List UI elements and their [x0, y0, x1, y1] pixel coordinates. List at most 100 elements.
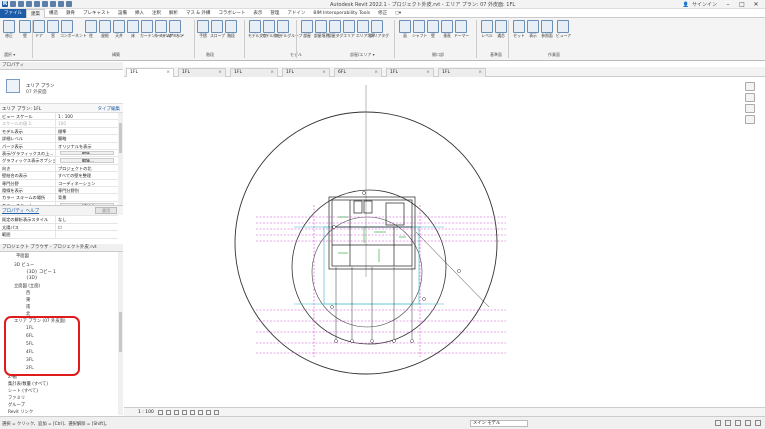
show-crop-icon[interactable] [198, 410, 203, 415]
property-edit-button[interactable]: 編集... [60, 150, 114, 156]
close-tab-icon[interactable]: × [322, 69, 326, 77]
tab-steel[interactable]: 鉄骨 [62, 9, 79, 18]
filter-icon[interactable] [755, 420, 761, 426]
close-tab-icon[interactable]: × [374, 69, 378, 77]
view-tab[interactable]: 1FL × [178, 68, 226, 77]
ribbon-button[interactable]: コンポーネント [60, 20, 87, 39]
signin-link[interactable]: サインイン [692, 1, 717, 8]
ribbon-button[interactable]: ドア [32, 20, 46, 39]
worksets-icon[interactable] [715, 420, 721, 426]
ribbon-button[interactable]: セット [512, 20, 526, 39]
ribbon-button[interactable]: レベル [480, 20, 494, 39]
view-tab[interactable]: 6FL × [334, 68, 382, 77]
close-button[interactable]: ✕ [749, 0, 763, 9]
visual-style-icon[interactable] [166, 410, 171, 415]
measure-icon[interactable] [50, 1, 56, 7]
browser-node[interactable]: ファミリ [8, 395, 25, 401]
design-options-icon[interactable] [725, 420, 731, 426]
property-value[interactable]: すべての壁を整理 [56, 172, 118, 178]
tab-annotate[interactable]: 注釈 [148, 9, 165, 18]
shadows-icon[interactable] [182, 410, 187, 415]
tab-analyze[interactable]: 解析 [165, 9, 182, 18]
ribbon-button[interactable]: スロープ [210, 20, 225, 39]
browser-node[interactable]: 西 [26, 290, 30, 296]
tab-view[interactable]: 表示 [249, 9, 266, 18]
pan-icon[interactable] [745, 115, 755, 124]
revit-app-icon[interactable]: R [2, 1, 8, 7]
property-value[interactable]: 標準 [56, 128, 118, 134]
tab-precast[interactable]: プレキャスト [79, 9, 114, 18]
ribbon-button[interactable]: 手摺 [196, 20, 210, 39]
ribbon-button[interactable]: 天井 [112, 20, 126, 39]
tab-structure[interactable]: 構造 [45, 9, 62, 18]
property-value[interactable]: コーディネーション [56, 180, 118, 186]
type-selector[interactable]: エリア プラン 07 外皮面 [0, 70, 123, 104]
ribbon-button[interactable]: シャフト [412, 20, 427, 39]
property-value[interactable]: 背景 [56, 194, 118, 200]
select-links-icon[interactable] [735, 420, 741, 426]
undo-icon[interactable] [26, 1, 32, 7]
property-value[interactable] [56, 231, 118, 237]
ribbon-button[interactable]: 壁 [18, 20, 32, 39]
crop-view-icon[interactable] [190, 410, 195, 415]
browser-node[interactable]: グループ [8, 402, 25, 408]
property-value[interactable]: プロジェクトの北 [56, 165, 118, 171]
ribbon-button[interactable]: カーテンシステム [140, 20, 170, 39]
tab-bim-interop[interactable]: BIM Interoperability Tools [309, 9, 374, 18]
ribbon-button[interactable]: ドーマー [454, 20, 469, 39]
instance-filter-dropdown[interactable]: エリア プラン: 1FL [2, 106, 41, 112]
tab-file[interactable]: ファイル [0, 8, 26, 18]
tab-overflow[interactable]: ◻▾ [391, 9, 405, 18]
property-edit-button[interactable]: 編集... [60, 158, 114, 163]
view-tab[interactable]: 1FL × [126, 68, 174, 77]
active-model-dropdown[interactable]: メイン モデル [470, 420, 528, 427]
ribbon-button[interactable]: マリオン [168, 20, 183, 39]
ribbon-button[interactable]: 部屋 [300, 20, 314, 39]
browser-node[interactable]: 南 [26, 304, 30, 310]
ribbon-button[interactable]: 壁 [426, 20, 440, 39]
ribbon-button[interactable]: 垂直 [440, 20, 454, 39]
text-icon[interactable] [58, 1, 64, 7]
browser-scrollbar[interactable] [118, 252, 123, 415]
ribbon-button[interactable]: モデル文字 [248, 20, 267, 39]
view-tab[interactable]: 1FL × [386, 68, 434, 77]
property-value[interactable]: ☐ [56, 224, 118, 230]
minimize-button[interactable]: – [721, 0, 735, 9]
temporary-hide-icon[interactable] [206, 410, 211, 415]
browser-node[interactable]: 集計表/数量 (すべて) [8, 381, 48, 387]
property-value[interactable]: 100 [56, 120, 118, 126]
steering-wheel-icon[interactable] [745, 82, 755, 91]
zoom-icon[interactable] [745, 93, 755, 102]
ribbon-button[interactable]: 屋根 [98, 20, 112, 39]
ribbon-button[interactable]: 床 [126, 20, 140, 39]
browser-node[interactable]: 東 [26, 297, 30, 303]
browser-node[interactable]: Revit リンク [8, 409, 33, 415]
ribbon-button[interactable]: 参照面 [540, 20, 554, 39]
close-tab-icon[interactable]: × [166, 69, 170, 77]
tab-modify[interactable]: 修正 [374, 9, 391, 18]
save-icon[interactable] [18, 1, 24, 7]
select-pinned-icon[interactable] [745, 420, 751, 426]
view-scale[interactable]: 1 : 100 [138, 410, 154, 415]
zoom-extents-icon[interactable] [745, 104, 755, 113]
ribbon-button[interactable]: 柱 [84, 20, 98, 39]
property-value[interactable]: 簡略 [56, 135, 118, 141]
ribbon-button[interactable]: カーテングリッド [154, 20, 184, 39]
property-value[interactable]: 1 : 100 [56, 113, 118, 119]
property-value[interactable]: なし [56, 216, 118, 222]
ribbon-button[interactable]: 表示 [526, 20, 540, 39]
close-tab-icon[interactable]: × [218, 69, 222, 77]
ribbon-button[interactable]: 部屋境界 [314, 20, 329, 39]
ribbon-button[interactable]: エリア境界 [356, 20, 375, 39]
ribbon-button[interactable]: エリアタグ [370, 20, 389, 39]
ribbon-button[interactable]: 階段 [224, 20, 238, 39]
tab-architecture[interactable]: 建築 [26, 8, 45, 18]
tab-massing-site[interactable]: マス & 外構 [182, 9, 214, 18]
close-tab-icon[interactable]: × [478, 69, 482, 77]
ribbon-button[interactable]: 部屋タグ [328, 20, 343, 39]
ribbon-button[interactable]: エリア [342, 20, 356, 39]
ribbon-button[interactable]: モデルグループ [276, 20, 302, 39]
ribbon-button[interactable]: ビューア [556, 20, 571, 39]
properties-scrollbar[interactable] [118, 113, 123, 205]
reveal-hidden-icon[interactable] [214, 410, 219, 415]
